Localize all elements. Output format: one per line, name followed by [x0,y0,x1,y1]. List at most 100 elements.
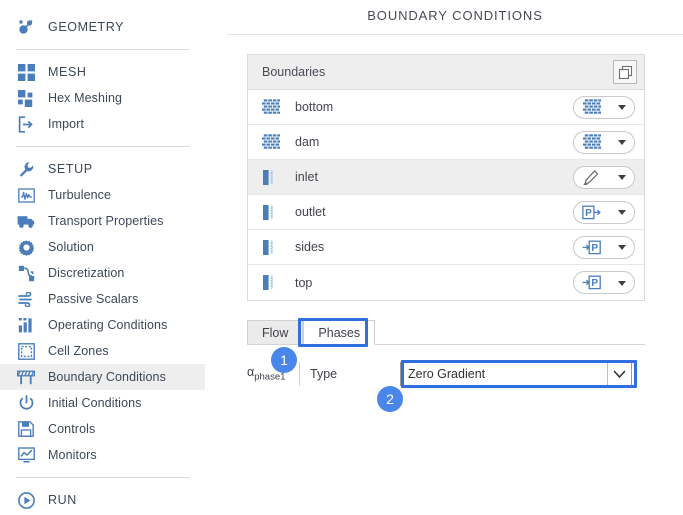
tab-bar: Flow Phases [247,320,376,345]
sidebar-item-controls[interactable]: Controls [0,416,205,442]
sidebar-item-setup[interactable]: SETUP [0,156,205,182]
sidebar-item-label: SETUP [48,162,93,176]
boundary-row-sides[interactable]: sides P [248,230,644,265]
boundary-row-inlet[interactable]: inlet [248,160,644,195]
pressure-in-icon: P [582,240,602,255]
sidebar-item-initial-conditions[interactable]: Initial Conditions [0,390,205,416]
patch-icon [262,238,282,256]
sidebar-item-geometry[interactable]: GEOMETRY [0,14,205,40]
boundaries-header-label: Boundaries [262,65,326,79]
sidebar-item-label: Initial Conditions [48,396,142,410]
sidebar-item-solution[interactable]: Solution [0,234,205,260]
sidebar-item-import[interactable]: Import [0,111,205,137]
patch-icon [262,168,282,186]
sidebar-item-label: Boundary Conditions [48,370,166,384]
wall-icon [582,134,601,150]
svg-text:P: P [592,278,599,289]
copy-icon [618,65,632,79]
sidebar-item-label: RUN [48,493,77,507]
chevron-down-icon [617,245,626,250]
page-title: BOUNDARY CONDITIONS [367,8,543,23]
pencil-icon [582,169,601,185]
discretization-icon [16,263,36,283]
sidebar-item-label: MESH [48,65,87,79]
hex-meshing-icon [16,88,36,108]
boundary-type-dropdown-dam[interactable] [573,130,635,154]
sidebar-item-label: Hex Meshing [48,91,123,105]
svg-text:P: P [592,243,599,254]
sidebar-item-label: Discretization [48,266,125,280]
gear-icon [16,237,36,257]
sidebar-item-hex-meshing[interactable]: Hex Meshing [0,85,205,111]
mesh-icon [16,62,36,82]
alpha-subscript: phase1 [254,371,286,383]
boundary-name: outlet [295,205,326,219]
sidebar-item-label: Controls [48,422,96,436]
boundary-name: top [295,275,313,290]
sidebar: GEOMETRY MESH Hex Meshing Import SETUP Turbul… [0,0,205,515]
main-panel: BOUNDARY CONDITIONS Boundaries bottom dam… [205,0,683,515]
sidebar-item-label: Transport Properties [48,214,164,228]
tab-phases[interactable]: Phases [303,320,376,345]
title-divider [227,34,683,35]
barrier-icon [16,367,36,387]
sidebar-item-run[interactable]: RUN [0,487,205,513]
wall-icon [262,133,282,151]
boundary-row-outlet[interactable]: outlet P [248,195,644,230]
boundaries-header: Boundaries [248,55,644,90]
sidebar-separator [16,146,189,147]
pressure-out-icon: P [582,205,601,220]
chevron-down-icon [617,210,626,215]
sidebar-item-label: Cell Zones [48,344,109,358]
tab-flow[interactable]: Flow [247,320,304,345]
sidebar-item-boundary-conditions[interactable]: Boundary Conditions [0,364,205,390]
type-label: Type [310,367,338,381]
boundary-type-dropdown-bottom[interactable] [573,95,635,119]
sidebar-item-passive-scalars[interactable]: Passive Scalars [0,286,205,312]
sidebar-item-turbulence[interactable]: Turbulence [0,182,205,208]
wall-icon [262,98,282,116]
truck-icon [16,211,36,231]
sidebar-item-operating-conditions[interactable]: Operating Conditions [0,312,205,338]
boundary-name: sides [295,240,325,254]
sidebar-item-label: Solution [48,240,94,254]
cell-zones-icon [16,341,36,361]
sidebar-separator [16,477,189,478]
monitor-icon [16,445,36,465]
boundary-row-dam[interactable]: dam [248,125,644,160]
sidebar-item-cell-zones[interactable]: Cell Zones [0,338,205,364]
type-select[interactable]: Zero Gradient [400,362,632,386]
copy-icon-button[interactable] [613,60,637,84]
form-divider [299,362,300,386]
svg-text:P: P [585,208,592,219]
boundary-type-dropdown-inlet[interactable] [573,165,635,189]
wall-icon [582,99,601,115]
patch-icon [262,203,282,221]
boundaries-list: bottom dam inlet outlet Psides Ptop P [248,90,644,300]
sidebar-item-label: Passive Scalars [48,292,139,306]
sidebar-item-mesh[interactable]: MESH [0,59,205,85]
sidebar-item-transport-properties[interactable]: Transport Properties [0,208,205,234]
sidebar-item-monitors[interactable]: Monitors [0,442,205,468]
wrench-icon [16,159,36,179]
boundary-name: inlet [295,170,318,184]
boundary-type-dropdown-outlet[interactable]: P [573,200,635,224]
save-icon [16,419,36,439]
chevron-down-icon [617,140,626,145]
boundary-row-bottom[interactable]: bottom [248,90,644,125]
boundary-row-top[interactable]: top P [248,265,644,300]
chevron-down-icon [607,363,631,385]
wind-icon [16,289,36,309]
boundary-name: dam [295,135,320,149]
patch-icon [262,274,282,292]
boundary-type-dropdown-top[interactable]: P [573,271,635,294]
type-select-value: Zero Gradient [408,367,486,381]
sidebar-item-label: Operating Conditions [48,318,168,332]
sidebar-item-label: Import [48,117,85,131]
annotation-badge-2: 2 [377,386,403,412]
sidebar-item-discretization[interactable]: Discretization [0,260,205,286]
boundary-type-dropdown-sides[interactable]: P [573,235,635,259]
sidebar-item-label: Monitors [48,448,97,462]
annotation-badge-1: 1 [271,347,297,373]
power-icon [16,393,36,413]
